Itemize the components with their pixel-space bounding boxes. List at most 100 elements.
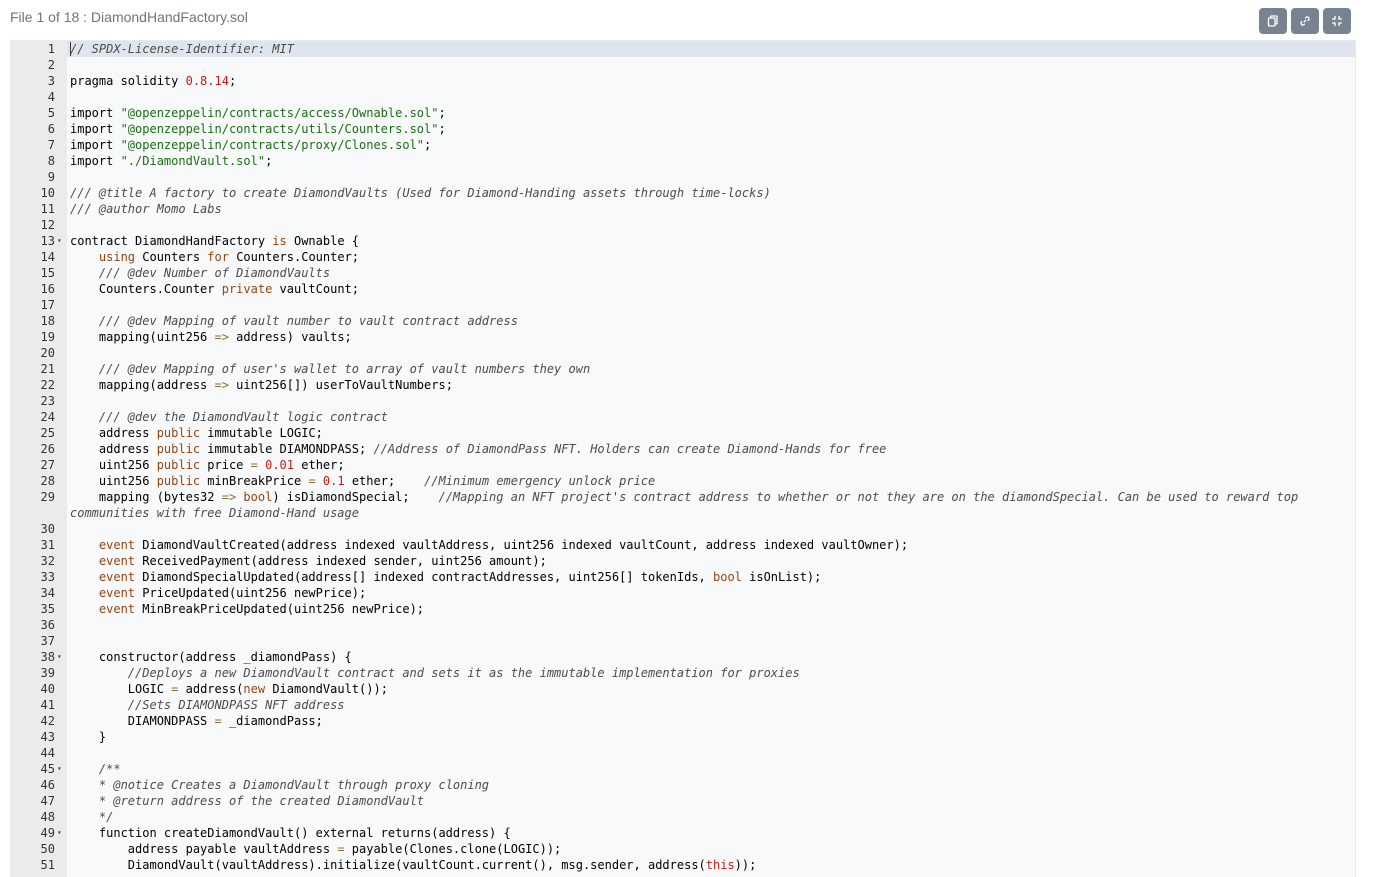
line-number: 5 <box>11 105 55 121</box>
copy-button[interactable] <box>1259 8 1287 34</box>
line-number: 41 <box>11 697 55 713</box>
line-number-text: 33 <box>40 570 55 584</box>
code-line: 21 /// @dev Mapping of user's wallet to … <box>11 361 1355 377</box>
code-line: 45 ▾ /** <box>11 761 1355 777</box>
code-line: 9 <box>11 169 1355 185</box>
line-number: 32 <box>11 553 55 569</box>
line-number: 46 <box>11 777 55 793</box>
code-token: /// @dev Mapping of vault number to vaul… <box>98 314 518 328</box>
code-text: pragma solidity 0.8.14; <box>70 73 1355 89</box>
code-line: 28 uint256 public minBreakPrice = 0.1 et… <box>11 473 1355 489</box>
line-number: 37 <box>11 633 55 649</box>
line-number: 38 ▾ <box>11 649 62 665</box>
fold-arrow-icon[interactable]: ▾ <box>57 233 62 249</box>
code-line: 36 <box>11 617 1355 633</box>
line-number-text: 26 <box>40 442 55 456</box>
line-number-text: 20 <box>40 346 55 360</box>
code-text: mapping(address => uint256[]) userToVaul… <box>70 377 1355 393</box>
code-token: Counters.Counter; <box>228 250 360 264</box>
code-token: ; <box>228 74 237 88</box>
code-token: bool <box>713 570 742 584</box>
line-number-text: 4 <box>47 90 55 104</box>
code-text: //Sets DIAMONDPASS NFT address <box>70 697 1355 713</box>
code-text: function createDiamondVault() external r… <box>70 825 1355 841</box>
line-number: 15 <box>11 265 55 281</box>
code-token: is <box>272 234 287 248</box>
code-line: 19 mapping(uint256 => address) vaults; <box>11 329 1355 345</box>
code-line: 48 */ <box>11 809 1355 825</box>
line-number: 17 <box>11 297 55 313</box>
line-number: 42 <box>11 713 55 729</box>
code-text: address public immutable DIAMONDPASS; //… <box>70 441 1355 457</box>
line-number-text: 36 <box>40 618 55 632</box>
code-line: 11 /// @author Momo Labs <box>11 201 1355 217</box>
code-token: 0.8.14 <box>185 74 229 88</box>
line-number: 21 <box>11 361 55 377</box>
line-number-text: 41 <box>40 698 55 712</box>
code-line: 23 <box>11 393 1355 409</box>
code-line: 29 mapping (bytes32 => bool) isDiamondSp… <box>11 489 1355 505</box>
code-token: => <box>214 330 229 344</box>
code-token: uint256[]) userToVaultNumbers; <box>228 378 453 392</box>
fold-arrow-icon[interactable]: ▾ <box>57 649 62 665</box>
line-number: 27 <box>11 457 55 473</box>
code-line: 27 uint256 public price = 0.01 ether; <box>11 457 1355 473</box>
code-token: = <box>214 714 222 728</box>
code-line: 46 * @notice Creates a DiamondVault thro… <box>11 777 1355 793</box>
code-token: /** <box>98 762 121 776</box>
code-token: DiamondVaultCreated(address indexed vaul… <box>135 538 909 552</box>
file-title: File 1 of 18 : DiamondHandFactory.sol <box>10 9 248 25</box>
code-text: import "./DiamondVault.sol"; <box>70 153 1355 169</box>
code-token: //Deploys a new DiamondVault contract an… <box>127 666 800 680</box>
fold-arrow-icon[interactable]: ▾ <box>57 761 62 777</box>
code-lines: 1// SPDX-License-Identifier: MIT 2 3 pragma… <box>11 41 1355 873</box>
code-token: public <box>156 426 201 440</box>
line-number: 44 <box>11 745 55 761</box>
line-number-text: 51 <box>40 858 55 872</box>
line-number: 14 <box>11 249 55 265</box>
code-text: event MinBreakPriceUpdated(uint256 newPr… <box>70 601 1355 617</box>
fold-arrow-icon[interactable]: ▾ <box>57 825 62 841</box>
code-editor[interactable]: 1// SPDX-License-Identifier: MIT 2 3 pragma… <box>10 40 1356 877</box>
code-token: address <box>70 426 157 440</box>
line-number: 19 <box>11 329 55 345</box>
code-token: event <box>98 538 136 552</box>
code-text: /** <box>70 761 1355 777</box>
link-button[interactable] <box>1291 8 1319 34</box>
collapse-button[interactable] <box>1323 8 1351 34</box>
collapse-icon <box>1332 16 1342 26</box>
code-line: 7 import "@openzeppelin/contracts/proxy/C… <box>11 137 1355 153</box>
line-number: 40 <box>11 681 55 697</box>
line-number-text: 22 <box>40 378 55 392</box>
code-text: event DiamondVaultCreated(address indexe… <box>70 537 1355 553</box>
code-line: 4 <box>11 89 1355 105</box>
code-token: for <box>207 250 229 264</box>
line-number: 31 <box>11 537 55 553</box>
line-number-text: 28 <box>40 474 55 488</box>
code-token: ; <box>438 106 446 120</box>
code-line: 18 /// @dev Mapping of vault number to v… <box>11 313 1355 329</box>
code-token: )); <box>734 858 757 872</box>
line-number-text: 47 <box>40 794 55 808</box>
code-text: constructor(address _diamondPass) { <box>70 649 1355 665</box>
code-text: uint256 public minBreakPrice = 0.1 ether… <box>70 473 1355 489</box>
code-line: 12 <box>11 217 1355 233</box>
code-token: //Mapping an NFT project's contract addr… <box>438 490 1299 504</box>
line-number-text: 13 <box>40 234 55 248</box>
code-token: address) vaults; <box>228 330 352 344</box>
line-number-text: 44 <box>40 746 55 760</box>
code-token: * @notice Creates a DiamondVault through… <box>98 778 490 792</box>
code-token: communities with free Diamond-Hand usage <box>70 506 359 520</box>
code-token: LOGIC <box>70 682 172 696</box>
